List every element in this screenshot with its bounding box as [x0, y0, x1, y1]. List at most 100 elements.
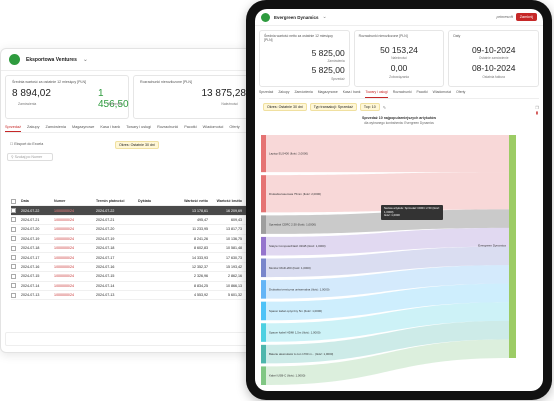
tab-pacotki[interactable]: Pacotki [417, 90, 428, 98]
chart-title: Sprzedaż 10 najpopularniejszych artykułó… [361, 116, 437, 120]
kpi-label: Sprzedaż [331, 77, 345, 81]
clear-filter-icon[interactable]: ✎ [383, 105, 386, 110]
table-row[interactable]: 2024-07-20 1/000000/24 2024-07-20 11 233,95… [11, 225, 261, 235]
table-cell: 2024-07-13 [96, 293, 115, 298]
period-filter-pill[interactable]: Okres: Ostatnie 30 dni [263, 103, 307, 111]
table-cell: 1/000000/24 [54, 255, 74, 260]
chevron-down-icon[interactable]: ⌄ [83, 56, 88, 63]
table-row[interactable]: 2024-07-19 1/000000/24 2024-07-19 8 241,26 1… [11, 235, 261, 244]
tab-wiadomości[interactable]: Wiadomości [433, 90, 451, 98]
table-row[interactable]: 2024-07-22 1/000000/24 2024-07-22 13 178,61… [11, 206, 261, 216]
sankey-source-node[interactable] [261, 301, 266, 321]
tab-pacotki[interactable]: Pacotki [184, 123, 196, 132]
column-header[interactable]: Data [21, 199, 54, 203]
sankey-source-node[interactable] [261, 366, 266, 385]
table-cell: 8 602,83 [194, 246, 208, 251]
kpi-value: 09-10-2024 [471, 45, 516, 55]
column-header[interactable]: Numer [54, 199, 96, 203]
select-all-checkbox[interactable] [11, 198, 16, 204]
search-input[interactable]: ⚲ Szukaj po Numer [7, 153, 53, 161]
column-header[interactable]: Termin płatności [96, 199, 138, 203]
column-header[interactable]: Wartość netto [174, 199, 208, 203]
table-cell: 13 817,73 [226, 227, 242, 232]
table-row[interactable]: 2024-07-21 1/000000/24 2024-07-21 495,47 609… [11, 216, 261, 226]
table-cell: 2024-07-21 [21, 217, 40, 222]
tab-kasa-i-bank[interactable]: Kasa i bank [343, 90, 361, 98]
tab-zakupy[interactable]: Zakupy [278, 90, 289, 98]
transaction-type-pill[interactable]: Typ transakcji: Sprzedaż [309, 103, 357, 111]
row-checkbox[interactable] [11, 273, 16, 279]
table-row[interactable]: 2024-07-14 1/000000/24 2024-07-14 8 834,25 1… [11, 282, 261, 291]
row-checkbox[interactable] [11, 255, 16, 261]
sankey-source-node[interactable] [261, 215, 266, 234]
row-checkbox[interactable] [11, 264, 16, 270]
tab-magazynowe[interactable]: Magazynowe [72, 123, 94, 132]
tab-magazynowe[interactable]: Magazynowe [318, 90, 338, 98]
table-row[interactable]: 2024-07-15 1/000000/24 2024-07-15 2 326,96 2… [11, 272, 261, 282]
row-checkbox[interactable] [11, 217, 16, 223]
table-row[interactable]: 2024-07-17 1/000000/24 2024-07-17 14 333,93… [11, 253, 261, 263]
sankey-source-node[interactable] [261, 258, 266, 278]
sankey-source-label: Statyw ComputerFlash 32GB (Ilość: 1,0000… [269, 244, 326, 248]
tab-kasa-i-bank[interactable]: Kasa i bank [100, 123, 120, 132]
table-row[interactable]: 2024-07-13 1/000000/24 2024-07-13 4 553,92 5… [11, 291, 261, 301]
table-cell: 11 233,95 [192, 227, 208, 232]
tab-zakupy[interactable]: Zakupy [27, 123, 39, 132]
column-header[interactable]: Dyktatu [138, 199, 174, 203]
tab-sprzedaż[interactable]: Sprzedaż [5, 123, 22, 132]
sankey-chart[interactable]: Laptop ELS400 (Ilość: 2,0000) Drukarka la… [255, 129, 543, 391]
table-row[interactable]: 2024-07-18 1/000000/24 2024-07-18 8 602,83 1… [11, 244, 261, 254]
excel-export-button[interactable]: ☐ Eksport do Excela [7, 141, 47, 147]
tab-zamówienia[interactable]: Zamówienia [46, 123, 66, 132]
sankey-source-label: Drukarka termiczna uniwersalna (Ilość: 1… [269, 287, 329, 291]
kpi-title: Średnia wartość netto za ostatnie 12 mie… [264, 34, 333, 42]
table-cell: 4 553,92 [194, 293, 208, 298]
kpi-value: 1 456,50 [98, 88, 129, 110]
tab-towary-i-usługi[interactable]: Towary i usługi [126, 123, 151, 132]
row-checkbox[interactable] [11, 292, 16, 298]
close-button[interactable]: Zamknij [515, 13, 537, 21]
kpi-value: 13 875,28 [201, 88, 247, 99]
sankey-source-node[interactable] [261, 236, 266, 256]
sankey-target-node[interactable] [509, 135, 516, 358]
table-cell: 1/000000/24 [54, 208, 74, 213]
chevron-down-icon[interactable]: ⌄ [323, 14, 327, 20]
tab-zamówienia[interactable]: Zamówienia [294, 90, 312, 98]
row-checkbox[interactable] [11, 283, 16, 289]
tab-oferty[interactable]: Oferty [229, 123, 239, 132]
tab-rozrachunki[interactable]: Rozrachunki [393, 90, 412, 98]
row-checkbox[interactable] [11, 208, 16, 214]
table-cell: 2024-07-14 [96, 283, 115, 288]
export-icon[interactable]: ▮ [534, 110, 540, 115]
kpi-value: 5 825,00 [311, 48, 345, 58]
sankey-source-node[interactable] [261, 135, 266, 173]
row-checkbox[interactable] [11, 226, 16, 232]
table-cell: 1/000000/24 [54, 227, 74, 232]
row-checkbox[interactable] [11, 236, 16, 242]
row-checkbox[interactable] [11, 245, 16, 251]
tab-sprzedaż[interactable]: Sprzedaż [259, 90, 273, 98]
column-header[interactable]: Wartość brutto [208, 199, 242, 203]
tab-towary-i-usługi[interactable]: Towary i usługi [365, 90, 388, 98]
company-name: Evergreen Dynamics [274, 14, 319, 20]
kpi-label: Sprzedaż [108, 102, 123, 106]
table-cell: 17 630,73 [226, 255, 242, 260]
company-logo-icon [261, 12, 270, 22]
table-row[interactable]: 2024-07-16 1/000000/24 2024-07-16 12 352,37… [11, 263, 261, 273]
table-header-row: Data Numer Termin płatności Dyktatu Wartość … [11, 197, 261, 207]
kpi-label: Należności [391, 56, 407, 60]
tab-rozrachunki[interactable]: Rozrachunki [157, 123, 178, 132]
sankey-source-label: Drukarka laserowa 75mm (Ilość: 2,0000) [269, 192, 321, 196]
sankey-source-node[interactable] [261, 175, 266, 213]
table-cell: 2024-07-21 [96, 217, 115, 222]
period-filter-pill[interactable]: Okres: Ostatnie 30 dni [115, 141, 159, 149]
sankey-source-label: Monitor RGD-200 (Ilość: 1,0000) [269, 266, 311, 270]
tab-oferty[interactable]: Oferty [456, 90, 465, 98]
top-n-pill[interactable]: Top: 10 [359, 103, 380, 111]
table-cell: 16 209,69 [226, 208, 242, 213]
tab-wiadomości[interactable]: Wiadomości [203, 123, 224, 132]
sankey-source-node[interactable] [261, 280, 266, 299]
table-cell: 13 178,61 [192, 208, 208, 213]
sankey-source-node[interactable] [261, 323, 266, 342]
sankey-source-node[interactable] [261, 344, 266, 364]
